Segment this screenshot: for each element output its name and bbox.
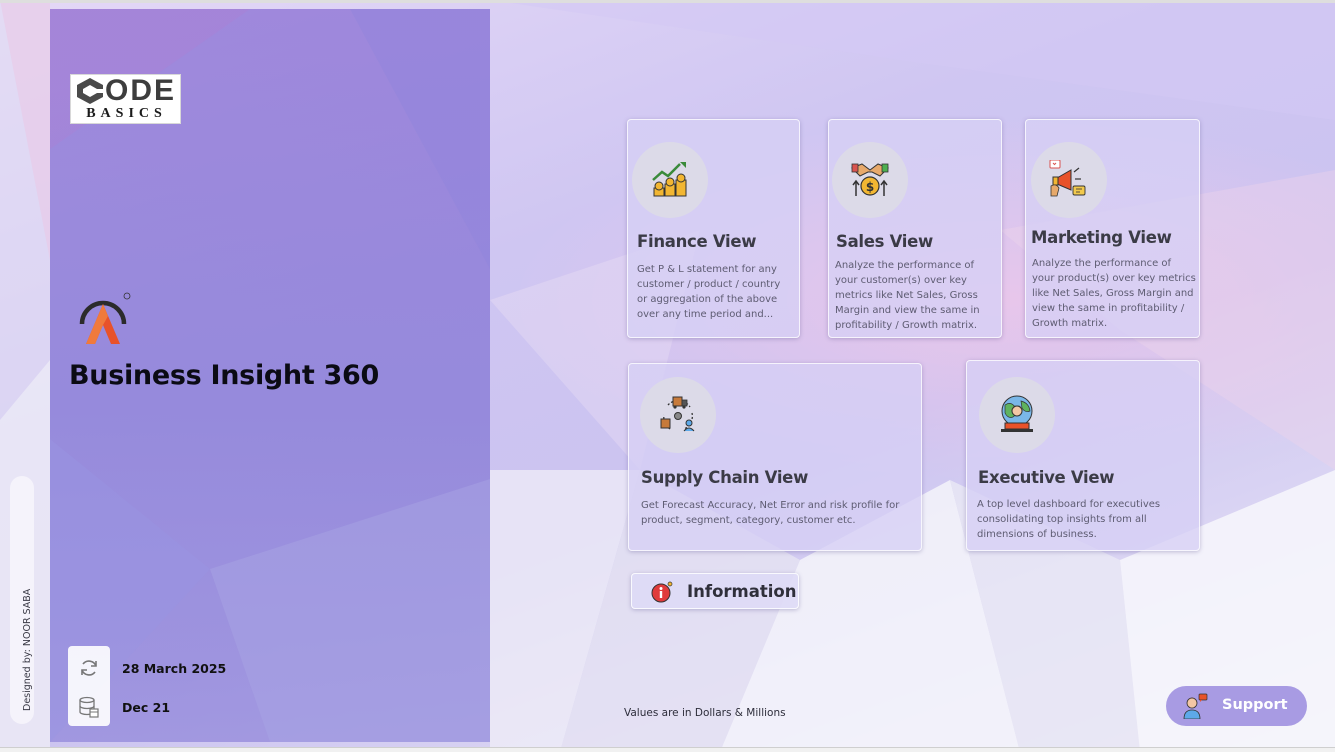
information-button[interactable]: Information [631,573,799,609]
marketing-icon-circle [1031,142,1107,218]
designer-credit: Designed by: NOOR SABA [22,588,33,711]
megaphone-icon [1049,160,1086,197]
refresh-icon[interactable] [79,657,99,679]
sales-view-card[interactable]: $ Sales View Analyze the performance of … [828,119,1002,338]
window-bottom-border [0,747,1335,752]
finance-view-title: Finance View [637,232,757,251]
info-icon [651,581,673,603]
window-top-border [0,0,1335,3]
sales-view-description: Analyze the performance of your customer… [835,260,980,331]
logo-top-text: ODE [105,74,177,107]
sales-icon-circle: $ [832,142,908,218]
marketing-view-title: Marketing View [1031,228,1172,247]
executive-globe-icon [1001,395,1033,432]
support-label: Support [1222,697,1288,713]
app-title: Business Insight 360 [69,360,380,391]
information-label: Information [687,582,797,601]
codebasics-logo: ODE BASICS [70,74,181,124]
svg-text:$: $ [866,180,874,194]
support-button[interactable]: Support [1166,686,1307,726]
database-calendar-icon [79,696,99,718]
support-agent-icon [1183,693,1208,719]
values-footnote: Values are in Dollars & Millions [624,707,786,719]
supply-chain-icon [660,396,695,432]
supply-chain-view-description: Get Forecast Accuracy, Net Error and ris… [641,500,900,526]
atliq-logo-icon [79,292,131,344]
supply-chain-icon-circle [640,377,716,453]
finance-view-card[interactable]: Finance View Get P & L statement for any… [627,119,800,338]
executive-view-card[interactable]: Executive View A top level dashboard for… [966,360,1200,551]
marketing-view-card[interactable]: Marketing View Analyze the performance o… [1025,119,1200,338]
finance-icon-circle [632,142,708,218]
finance-growth-icon [652,162,687,197]
supply-chain-view-card[interactable]: Supply Chain View Get Forecast Accuracy,… [628,363,922,551]
finance-view-description: Get P & L statement for any customer / p… [637,264,781,320]
marketing-view-description: Analyze the performance of your product(… [1032,258,1196,329]
data-until-date: Dec 21 [122,700,171,715]
sales-view-title: Sales View [836,232,933,251]
last-refresh-date: 28 March 2025 [122,661,227,676]
codebasics-hex-icon [77,78,105,104]
logo-bottom-text: BASICS [86,106,167,121]
handshake-dollar-icon: $ [851,163,889,196]
executive-view-title: Executive View [978,468,1115,487]
executive-icon-circle [979,377,1055,453]
supply-chain-view-title: Supply Chain View [641,468,809,487]
executive-view-description: A top level dashboard for executives con… [977,499,1161,540]
